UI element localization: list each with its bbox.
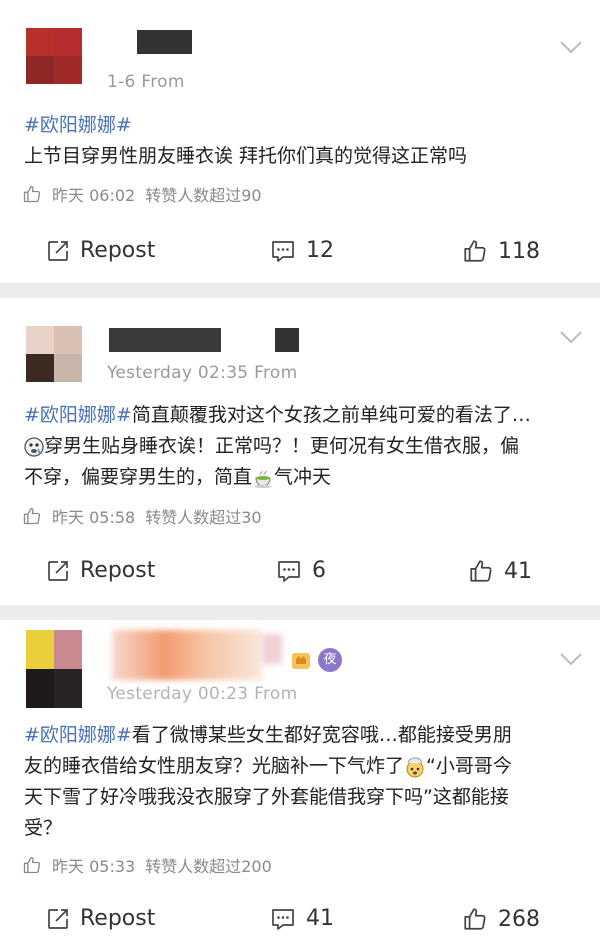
post-meta: 1-6 From — [107, 72, 185, 92]
blurred-username — [112, 630, 262, 680]
post-meta: Yesterday 00:23 From — [107, 684, 298, 704]
repost-button[interactable]: Repost — [46, 238, 155, 263]
chevron-down-icon[interactable] — [560, 40, 582, 54]
post-time: 昨天 05:33 — [52, 857, 136, 876]
post-text-line: 气冲天 — [274, 466, 332, 488]
post-text: #欧阳娜娜#简直颠覆我对这个女孩之前单纯可爱的看法了… 穿男生贴身睡衣诶！正常吗… — [24, 400, 580, 493]
redacted-username — [137, 30, 192, 54]
thumb-up-icon — [464, 240, 486, 262]
hashtag-link[interactable]: #欧阳娜娜# — [24, 724, 132, 746]
post-subline: 昨天 05:58 转赞人数超过30 — [22, 504, 262, 528]
thumb-up-icon[interactable] — [22, 855, 42, 875]
repost-label: Repost — [80, 906, 156, 931]
repost-label: Repost — [80, 238, 156, 263]
repost-icon — [48, 908, 68, 929]
comment-icon — [278, 560, 300, 582]
hashtag-link[interactable]: #欧阳娜娜# — [24, 404, 132, 426]
blurred-username — [262, 634, 282, 664]
like-count: 41 — [504, 558, 532, 584]
post-text-line: “小哥哥今 — [426, 755, 512, 777]
repost-button[interactable]: Repost — [46, 558, 155, 583]
likes-note: 转赞人数超过30 — [145, 508, 262, 527]
repost-button[interactable]: Repost — [46, 906, 155, 931]
chevron-down-icon[interactable] — [560, 652, 582, 666]
night-badge: 夜 — [318, 648, 342, 672]
post-text-line: 友的睡衣借给女性朋友穿？光脑补一下气炸了 — [24, 755, 405, 777]
repost-icon — [48, 240, 68, 261]
redacted-username — [109, 328, 221, 352]
post-text-line: 简直颠覆我对这个女孩之前单纯可爱的看法了… — [131, 404, 531, 426]
redacted-username — [275, 328, 299, 352]
comment-icon — [272, 240, 294, 262]
hot-tea-emoji — [254, 470, 273, 488]
post-text-line: 上节目穿男性朋友睡衣诶 拜托你们真的觉得这正常吗 — [24, 145, 468, 167]
comment-icon — [272, 908, 294, 930]
thumb-up-icon[interactable] — [22, 184, 42, 204]
thumb-up-icon — [464, 908, 486, 930]
avatar[interactable] — [26, 28, 82, 84]
like-button[interactable]: 118 — [462, 238, 540, 264]
thumb-up-icon — [470, 560, 492, 582]
post-text: #欧阳娜娜# 上节目穿男性朋友睡衣诶 拜托你们真的觉得这正常吗 — [24, 110, 580, 172]
post-text-line: 不穿，偏要穿男生的，简直 — [24, 466, 253, 488]
post-card-2: Yesterday 02:35 From #欧阳娜娜#简直颠覆我对这个女孩之前单… — [0, 298, 600, 605]
post-text-line: 天下雪了好冷哦我没衣服穿了外套能借我穿下吗”这都能接 — [24, 786, 509, 808]
comment-count: 12 — [306, 238, 334, 263]
likes-note: 转赞人数超过200 — [145, 857, 272, 876]
post-subline: 昨天 05:33 转赞人数超过200 — [22, 853, 272, 877]
post-time: 昨天 05:58 — [52, 508, 136, 527]
post-meta: Yesterday 02:35 From — [107, 363, 298, 383]
post-time: 昨天 06:02 — [52, 186, 136, 205]
repost-label: Repost — [80, 558, 156, 583]
post-card-3: 夜 Yesterday 00:23 From #欧阳娜娜#看了微博某些女生都好宽… — [0, 620, 600, 948]
comment-count: 6 — [312, 558, 326, 583]
avatar[interactable] — [26, 326, 82, 382]
post-text-line: 受？ — [24, 817, 63, 839]
comment-button[interactable]: 6 — [276, 558, 326, 583]
post-text-line: 看了微博某些女生都好宽容哦…都能接受男朋 — [131, 724, 512, 746]
comment-button[interactable]: 12 — [270, 238, 334, 263]
like-count: 118 — [498, 238, 540, 264]
action-bar: Repost 6 41 — [0, 554, 600, 594]
repost-icon — [48, 560, 68, 581]
likes-note: 转赞人数超过90 — [145, 186, 262, 205]
post-subline: 昨天 06:02 转赞人数超过90 — [22, 182, 262, 206]
post-text-line: 穿男生贴身睡衣诶！正常吗？！更何况有女生借衣服，偏 — [44, 435, 520, 457]
comment-count: 41 — [306, 906, 334, 931]
avatar[interactable] — [26, 630, 82, 708]
post-card-1: 1-6 From #欧阳娜娜# 上节目穿男性朋友睡衣诶 拜托你们真的觉得这正常吗… — [0, 0, 600, 283]
like-button[interactable]: 41 — [468, 558, 532, 584]
chevron-down-icon[interactable] — [560, 330, 582, 344]
like-button[interactable]: 268 — [462, 906, 540, 932]
action-bar: Repost 41 268 — [0, 902, 600, 942]
hashtag-link[interactable]: #欧阳娜娜# — [24, 114, 132, 136]
action-bar: Repost 12 118 — [0, 232, 600, 272]
thumb-up-icon[interactable] — [22, 506, 42, 526]
exploding-head-emoji — [406, 756, 424, 777]
like-count: 268 — [498, 906, 540, 932]
comment-button[interactable]: 41 — [270, 906, 334, 931]
post-text: #欧阳娜娜#看了微博某些女生都好宽容哦…都能接受男朋 友的睡衣借给女性朋友穿？光… — [24, 720, 580, 844]
sleepy-emoji — [24, 436, 44, 457]
vip-badge-icon — [292, 653, 310, 669]
